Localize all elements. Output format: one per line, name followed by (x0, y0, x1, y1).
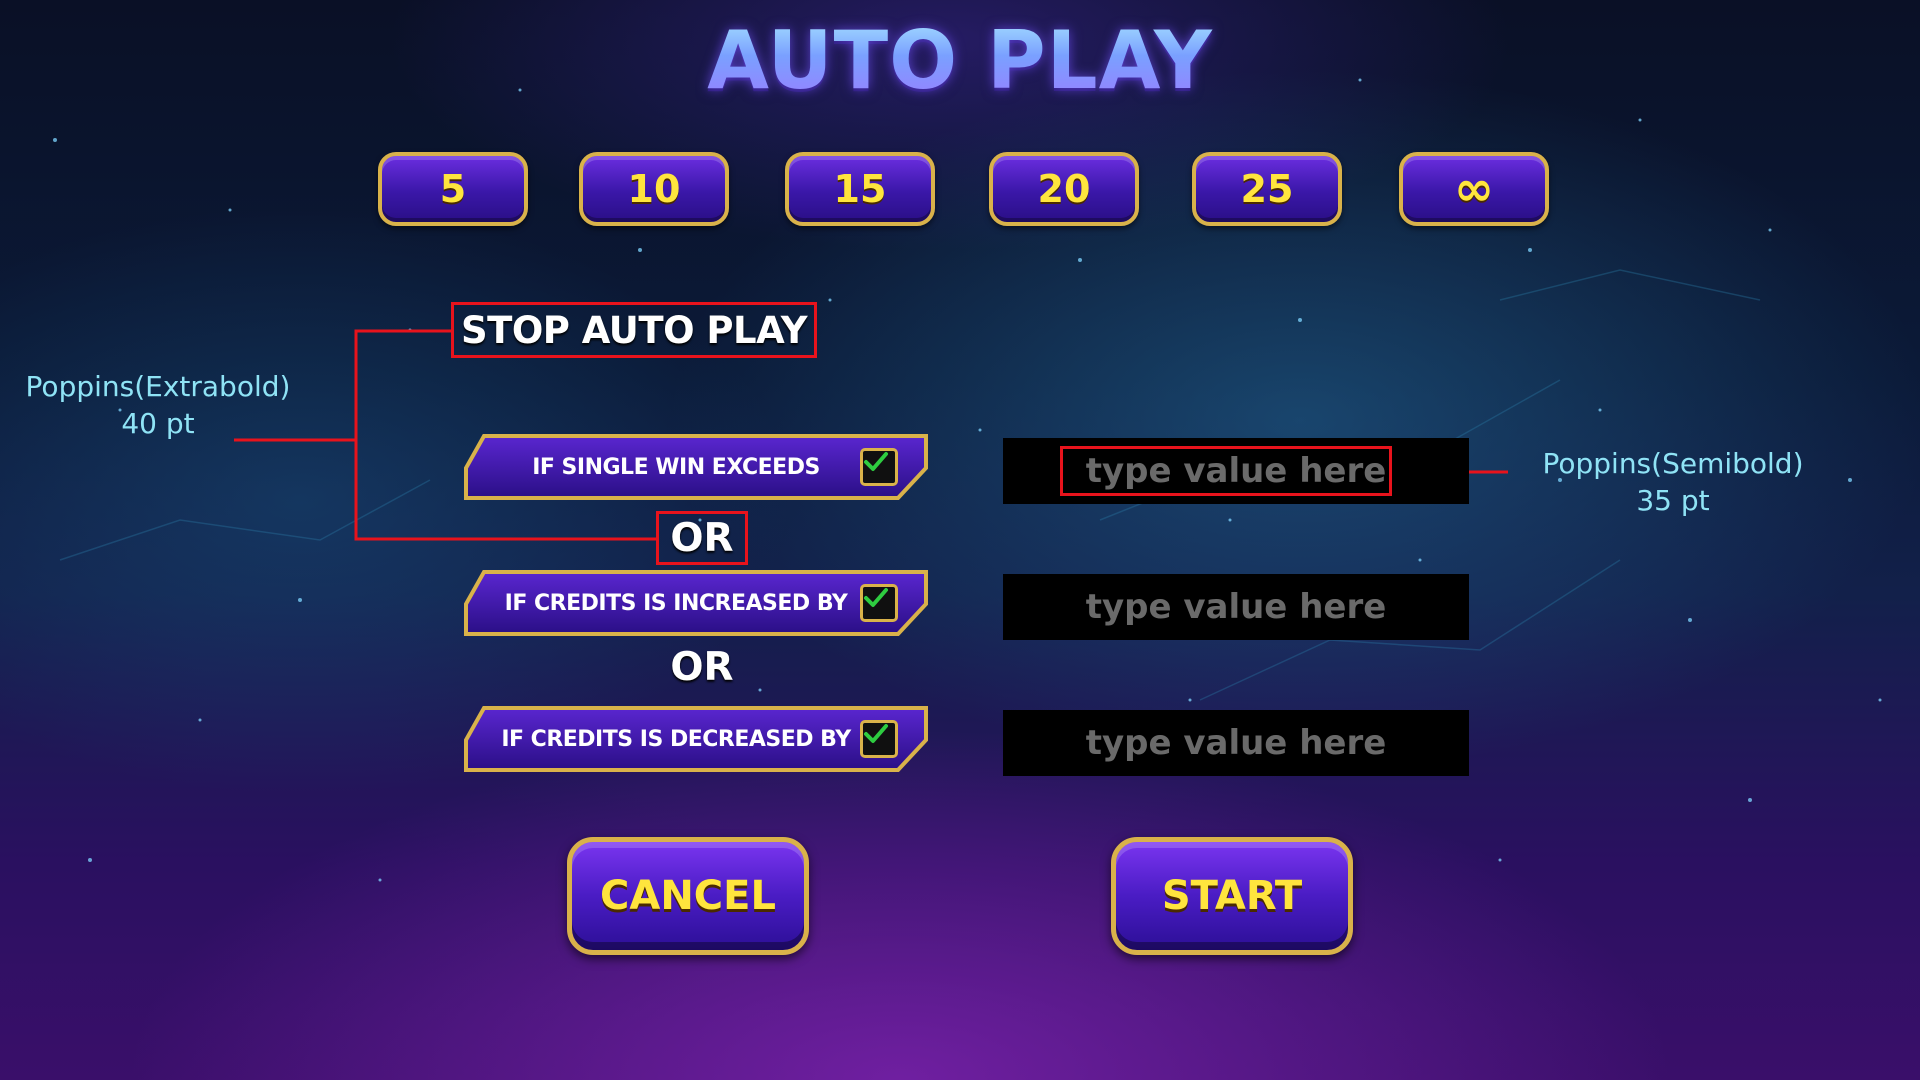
spin-count-infinite-button[interactable]: ∞ (1399, 152, 1549, 226)
annotation-left-font: Poppins(Extrabold) (25, 370, 291, 403)
condition-credits-increased: IF CREDITS IS INCREASED BY (462, 570, 932, 636)
credits-decreased-value-box (1003, 710, 1469, 776)
annotation-right-font: Poppins(Semibold) (1542, 447, 1804, 480)
cancel-button[interactable]: CANCEL (567, 837, 809, 955)
annotation-right-size: 35 pt (1636, 484, 1710, 517)
condition-checkbox[interactable] (860, 448, 898, 486)
annotation-lines (234, 329, 1508, 541)
condition-label: IF SINGLE WIN EXCEEDS (532, 454, 820, 480)
spin-count-10-button[interactable]: 10 (579, 152, 729, 226)
condition-single-win: IF SINGLE WIN EXCEEDS (462, 434, 932, 500)
or-separator-1: OR (656, 511, 748, 565)
condition-credits-decreased: IF CREDITS IS DECREASED BY (462, 706, 932, 772)
checkmark-icon (864, 724, 888, 743)
spin-count-15-button[interactable]: 15 (785, 152, 935, 226)
checkmark-icon (864, 588, 888, 607)
stop-auto-play-title: STOP AUTO PLAY (451, 302, 817, 358)
spin-count-5-button[interactable]: 5 (378, 152, 528, 226)
annotation-right: Poppins(Semibold) 35 pt (1518, 445, 1828, 519)
credits-increased-value-box (1003, 574, 1469, 640)
condition-label: IF CREDITS IS DECREASED BY (501, 726, 851, 752)
credits-increased-value-input[interactable] (1003, 574, 1469, 640)
spin-count-20-button[interactable]: 20 (989, 152, 1139, 226)
condition-checkbox[interactable] (860, 720, 898, 758)
page-title: AUTO PLAY (0, 14, 1920, 107)
annotation-highlight-input (1060, 446, 1392, 496)
spin-count-25-button[interactable]: 25 (1192, 152, 1342, 226)
annotation-left-size: 40 pt (121, 407, 195, 440)
annotation-left: Poppins(Extrabold) 40 pt (8, 368, 308, 442)
checkmark-icon (864, 452, 888, 471)
or-separator-2: OR (670, 645, 734, 690)
condition-checkbox[interactable] (860, 584, 898, 622)
starfield-background (53, 78, 1882, 882)
start-button[interactable]: START (1111, 837, 1353, 955)
condition-label: IF CREDITS IS INCREASED BY (504, 590, 848, 616)
credits-decreased-value-input[interactable] (1003, 710, 1469, 776)
